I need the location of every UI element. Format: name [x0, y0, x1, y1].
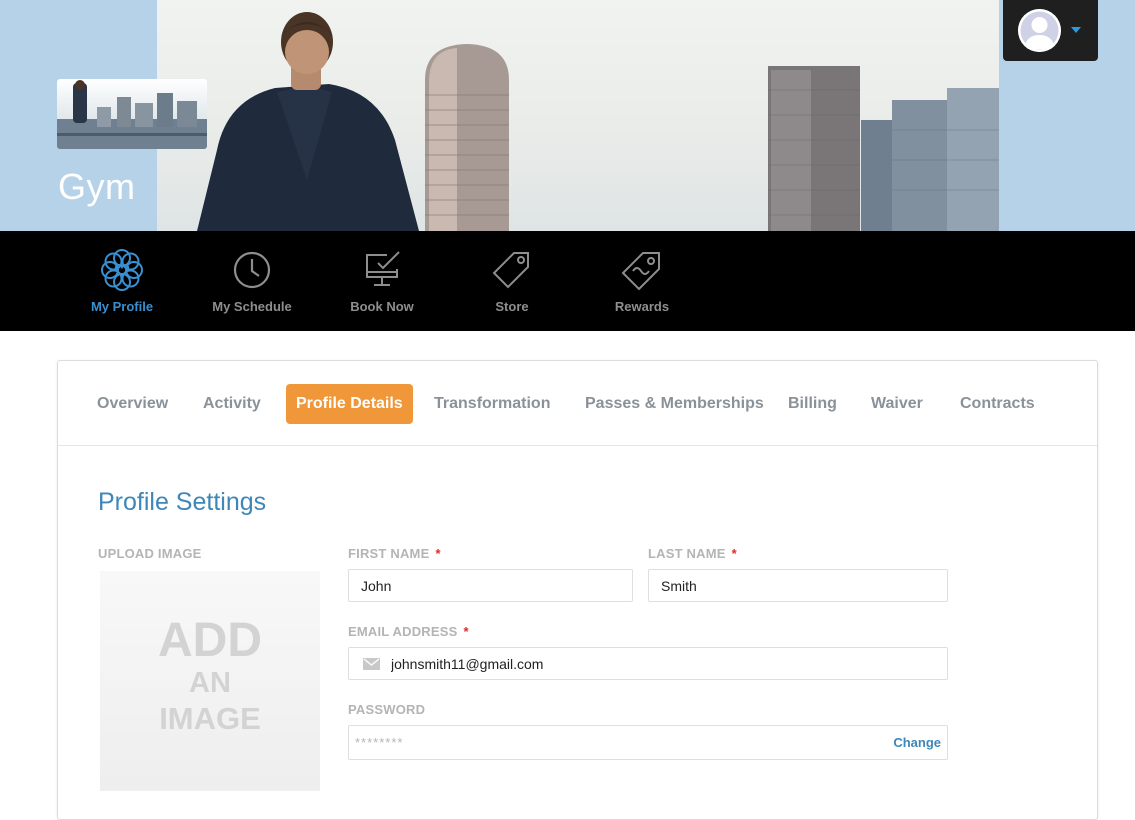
logo-skyline-illustration — [57, 80, 207, 149]
profile-card: Overview Activity Profile Details Transf… — [57, 360, 1098, 820]
tab-overview[interactable]: Overview — [87, 384, 178, 424]
email-field[interactable] — [348, 647, 948, 680]
upload-placeholder-line1: ADD — [158, 614, 262, 667]
first-name-label-text: FIRST NAME — [348, 546, 430, 561]
first-name-input[interactable] — [349, 570, 632, 601]
upload-image-dropzone[interactable]: ADD AN IMAGE — [100, 571, 320, 791]
upload-placeholder-line3: IMAGE — [159, 701, 261, 736]
nav-item-book-now[interactable]: Book Now — [317, 249, 447, 319]
clock-icon — [233, 251, 271, 289]
coupon-tag-icon — [621, 252, 660, 291]
change-password-link[interactable]: Change — [893, 726, 941, 759]
gym-title: Gym — [58, 166, 136, 207]
price-tag-icon — [492, 252, 529, 289]
email-input[interactable] — [349, 648, 947, 679]
tab-transformation[interactable]: Transformation — [424, 384, 560, 424]
nav-label: Store — [495, 299, 529, 314]
required-mark: * — [463, 624, 469, 639]
profile-tabs: Overview Activity Profile Details Transf… — [58, 361, 1097, 446]
password-label: PASSWORD — [348, 702, 426, 717]
nav-label: Book Now — [350, 299, 414, 314]
city-skyline-illustration — [197, 12, 999, 231]
tab-contracts[interactable]: Contracts — [950, 384, 1045, 424]
email-label: EMAIL ADDRESS * — [348, 624, 469, 639]
first-name-label: FIRST NAME * — [348, 546, 441, 561]
last-name-label-text: LAST NAME — [648, 546, 726, 561]
tab-activity[interactable]: Activity — [193, 384, 271, 424]
last-name-field[interactable] — [648, 569, 948, 602]
nav-label: My Schedule — [212, 299, 292, 314]
tab-billing[interactable]: Billing — [778, 384, 847, 424]
hero-photo — [157, 0, 999, 231]
hero-banner: Gym — [0, 0, 1135, 231]
user-menu-button[interactable] — [1003, 0, 1098, 61]
password-field[interactable]: ******** Change — [348, 725, 948, 760]
password-masked-value: ******** — [355, 735, 404, 750]
email-label-text: EMAIL ADDRESS — [348, 624, 458, 639]
required-mark: * — [731, 546, 737, 561]
tab-passes-memberships[interactable]: Passes & Memberships — [575, 384, 774, 424]
required-mark: * — [435, 546, 441, 561]
nav-label: My Profile — [90, 299, 154, 314]
tab-waiver[interactable]: Waiver — [861, 384, 933, 424]
last-name-label: LAST NAME * — [648, 546, 737, 561]
section-title: Profile Settings — [98, 488, 267, 516]
nav-item-store[interactable]: Store — [447, 249, 577, 319]
gym-logo-image — [57, 79, 207, 149]
nav-item-my-profile[interactable]: My Profile — [57, 249, 187, 319]
nav-label: Rewards — [614, 299, 670, 314]
nav-item-rewards[interactable]: Rewards — [577, 249, 707, 319]
tab-profile-details[interactable]: Profile Details — [286, 384, 413, 424]
user-avatar-icon — [1018, 9, 1061, 52]
caret-down-icon — [1071, 27, 1081, 33]
monitor-check-icon — [366, 251, 400, 286]
last-name-input[interactable] — [649, 570, 947, 601]
main-nav: My Profile My Schedule Book Now Store Re… — [0, 231, 1135, 331]
nav-item-my-schedule[interactable]: My Schedule — [187, 249, 317, 319]
upload-image-label: UPLOAD IMAGE — [98, 546, 202, 561]
first-name-field[interactable] — [348, 569, 633, 602]
flower-icon — [101, 249, 143, 291]
upload-placeholder-line2: AN — [189, 667, 231, 699]
